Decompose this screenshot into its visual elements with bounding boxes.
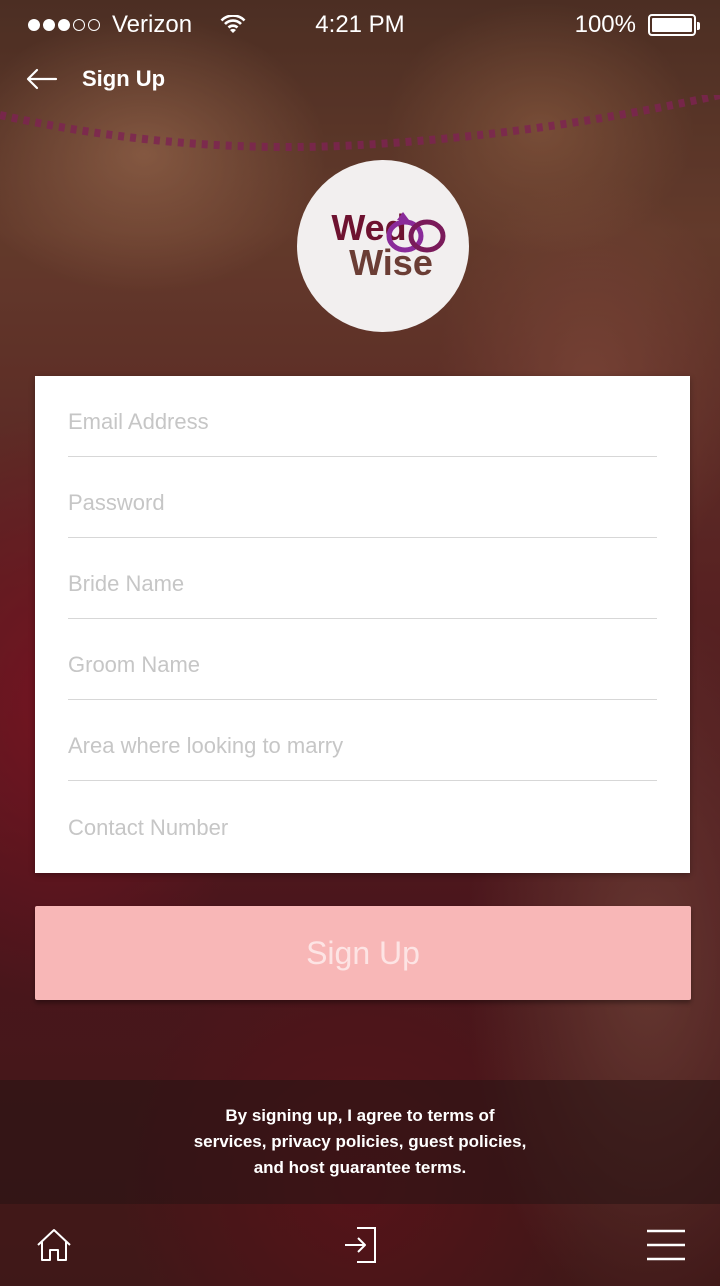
battery-icon — [648, 14, 700, 36]
status-left: Verizon — [28, 11, 246, 39]
terms-band: By signing up, I agree to terms of servi… — [0, 1080, 720, 1204]
nav-header: Sign Up — [26, 62, 165, 96]
status-bar: Verizon 4:21 PM 100% — [0, 0, 720, 50]
menu-icon[interactable] — [646, 1225, 686, 1265]
password-field[interactable] — [68, 478, 657, 516]
groom-name-field[interactable] — [68, 640, 657, 678]
home-icon[interactable] — [34, 1225, 74, 1265]
carrier-label: Verizon — [112, 11, 193, 38]
area-field[interactable] — [68, 721, 657, 759]
signup-form — [35, 376, 690, 873]
email-field[interactable] — [68, 397, 657, 435]
email-field-row — [68, 376, 657, 457]
rings-icon — [386, 212, 446, 253]
signal-strength-icon — [28, 19, 100, 31]
bottom-tab-bar — [0, 1204, 720, 1286]
status-right: 100% — [574, 11, 700, 39]
back-arrow-icon[interactable] — [26, 62, 60, 96]
sign-in-icon[interactable] — [340, 1225, 380, 1265]
battery-percent: 100% — [574, 11, 636, 38]
groom-name-field-row — [68, 619, 657, 700]
wifi-icon — [220, 15, 246, 33]
wedwise-logo: Wed Wise — [297, 160, 469, 332]
page-title: Sign Up — [82, 66, 166, 91]
bride-name-field-row — [68, 538, 657, 619]
garland-decoration — [0, 95, 720, 151]
contact-field-row — [68, 781, 657, 862]
contact-number-field[interactable] — [68, 802, 657, 841]
terms-text: By signing up, I agree to terms of servi… — [193, 1106, 527, 1177]
area-field-row — [68, 700, 657, 781]
password-field-row — [68, 457, 657, 538]
bride-name-field[interactable] — [68, 559, 657, 597]
sign-up-button[interactable]: Sign Up — [35, 906, 691, 1000]
